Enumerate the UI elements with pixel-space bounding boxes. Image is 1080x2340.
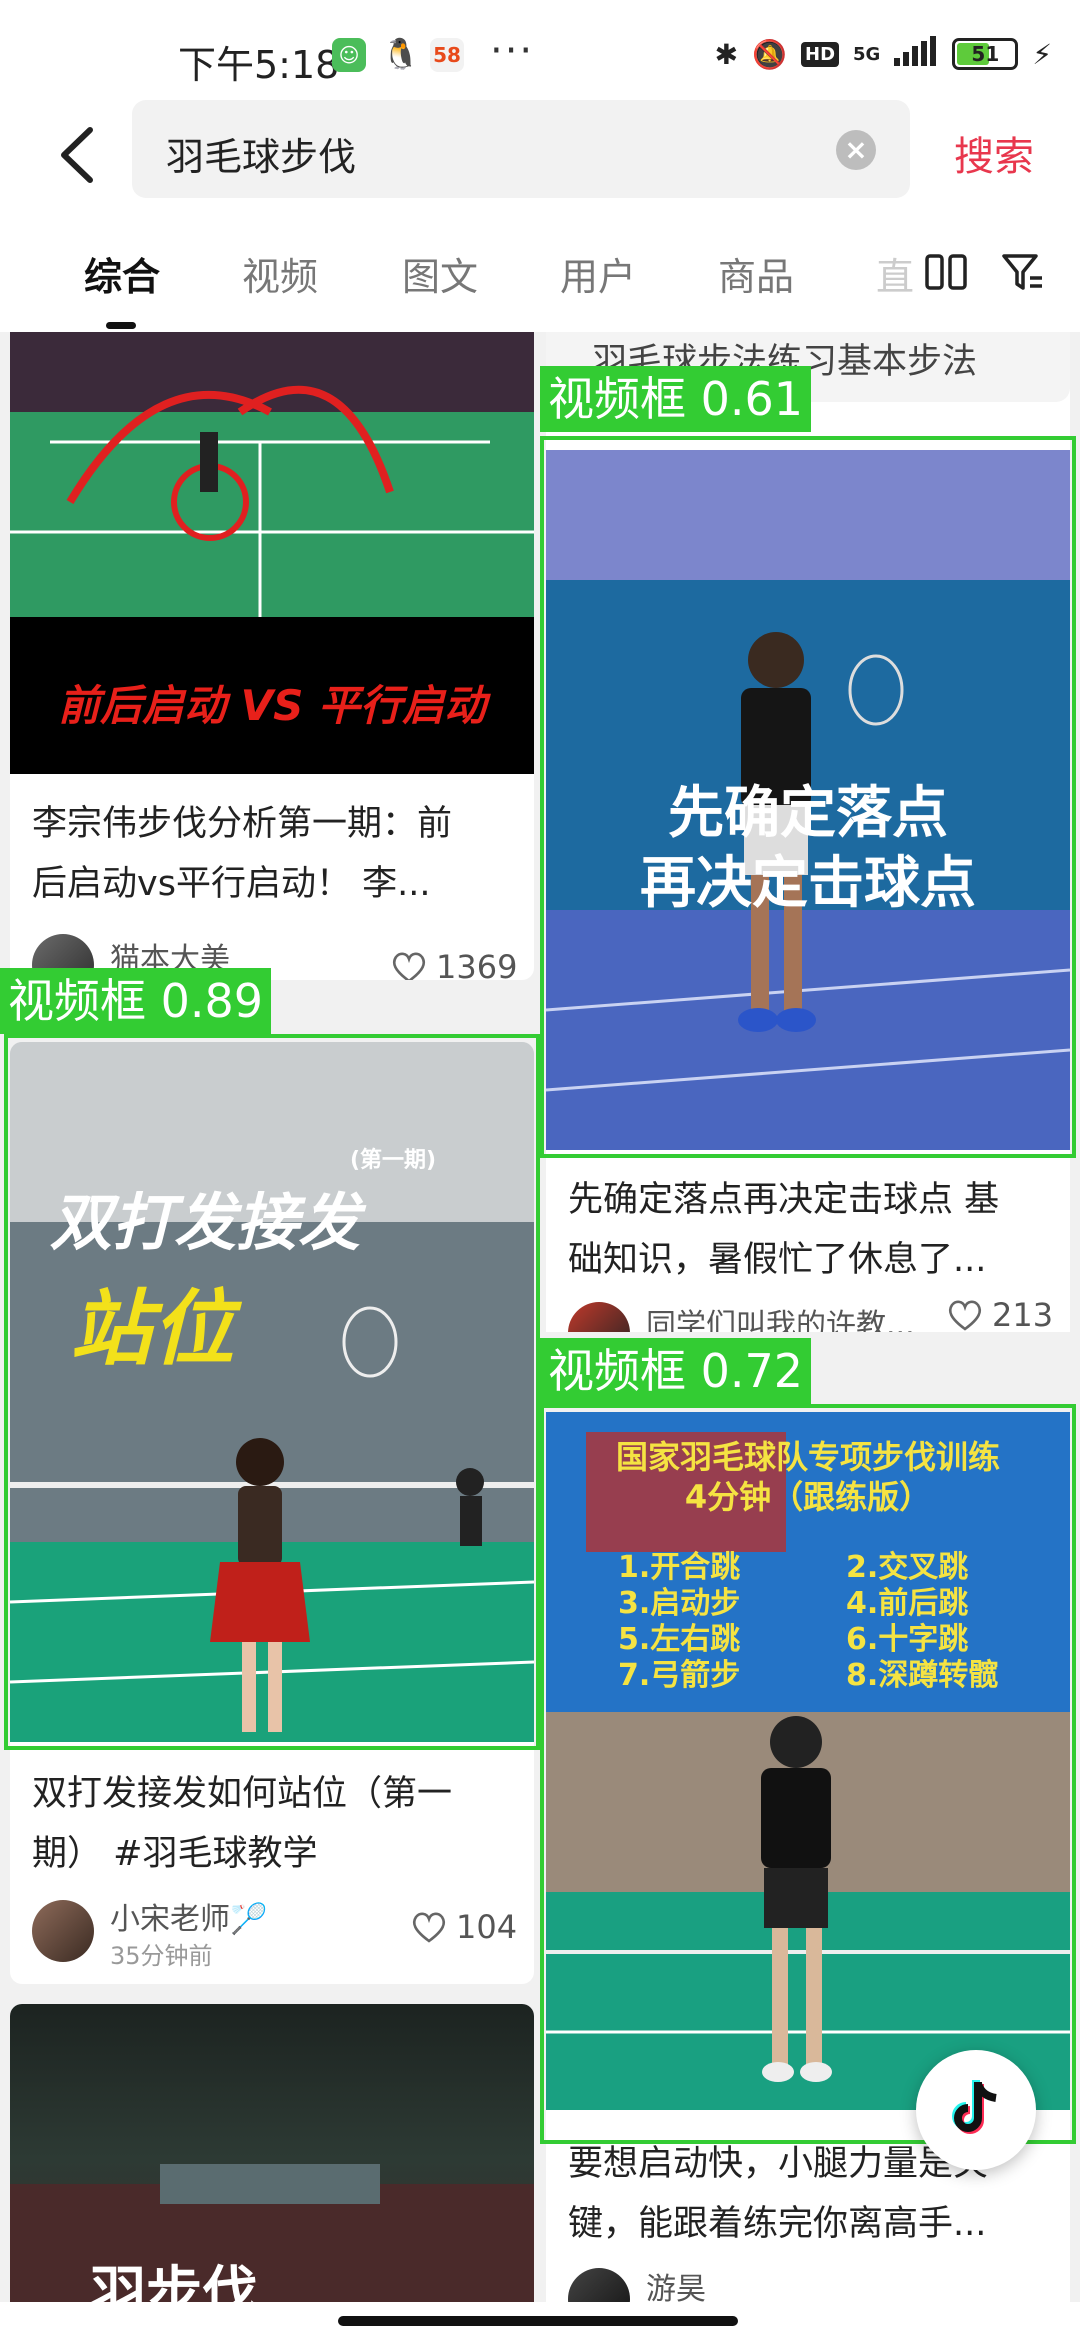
battery-icon: 51 (952, 38, 1019, 70)
detection-box (540, 436, 1076, 1158)
network-label: 5G (853, 43, 881, 65)
status-bar: 下午5:18 ☺ 🐧 58 ··· ✱ 🔕 HD 5G 51 ⚡ (0, 0, 1080, 110)
author-name[interactable]: 游昊 (646, 2264, 706, 2302)
tab-all[interactable]: 综合 (84, 246, 160, 301)
qq-app-icon: 🐧 (382, 37, 420, 72)
heart-icon (392, 952, 426, 980)
hd-badge: HD (801, 41, 840, 67)
result-feed[interactable]: 前后启动 VS 平行启动 李宗伟步伐分析第一期：前 后启动vs平行启动！ 李..… (0, 332, 1080, 2302)
search-button[interactable]: 搜索 (954, 124, 1034, 182)
card-title-line2: 后启动vs平行启动！ 李... (32, 864, 431, 904)
tab-bar: 综合 视频 图文 用户 商品 直 (0, 210, 1080, 332)
detection-box (540, 1404, 1076, 2144)
status-time: 下午5:18 (178, 43, 340, 87)
avatar[interactable] (568, 1302, 630, 1332)
detection-label: 视频框 0.89 (0, 968, 272, 1034)
home-indicator[interactable] (338, 2316, 738, 2326)
wechat-app-icon: ☺ (332, 38, 366, 72)
clear-icon[interactable]: × (836, 130, 876, 170)
heart-icon (948, 1300, 982, 1331)
douyin-float-button[interactable] (916, 2050, 1036, 2170)
heart-icon (412, 1912, 446, 1943)
tab-video[interactable]: 视频 (242, 246, 318, 301)
like-count[interactable]: 104 (410, 1908, 517, 1946)
more-notifications-icon: ··· (490, 28, 535, 74)
result-card[interactable]: 羽步伐 (10, 2004, 534, 2302)
video-thumbnail[interactable]: 羽步伐 (10, 2004, 534, 2302)
detection-label: 视频框 0.72 (540, 1338, 812, 1404)
like-count[interactable]: 213 (946, 1296, 1053, 1332)
detection-box (4, 1034, 540, 1750)
search-input[interactable]: 羽毛球步伐 × (132, 100, 910, 198)
status-right-group: ✱ 🔕 HD 5G 51 ⚡ (715, 34, 1052, 74)
tab-image-text[interactable]: 图文 (402, 246, 478, 301)
app-58-icon: 58 (430, 38, 464, 72)
card-title-line2: 础知识，暑假忙了休息了... (568, 1240, 987, 1280)
search-query: 羽毛球步伐 (166, 135, 357, 179)
thumbnail-caption: 羽步伐 (90, 2261, 258, 2302)
card-title-line1: 先确定落点再决定击球点 基 (568, 1180, 1000, 1220)
signal-icon (894, 35, 938, 73)
thumbnail-caption: 前后启动 VS 平行启动 (58, 681, 486, 730)
card-title-line2: 键，能跟着练完你离高手... (568, 2204, 987, 2244)
video-thumbnail[interactable]: 前后启动 VS 平行启动 (10, 332, 534, 774)
tab-underline (106, 322, 136, 329)
card-title-line2: 期） #羽毛球教学 (32, 1834, 318, 1874)
avatar[interactable] (32, 1900, 94, 1962)
back-arrow-icon[interactable] (52, 120, 102, 190)
result-card[interactable]: 前后启动 VS 平行启动 李宗伟步伐分析第一期：前 后启动vs平行启动！ 李..… (10, 332, 534, 980)
tab-products[interactable]: 商品 (718, 246, 794, 301)
mute-bell-icon: 🔕 (752, 37, 787, 71)
tab-live[interactable]: 直 (876, 246, 914, 301)
card-title-line1: 双打发接发如何站位（第一 (32, 1774, 453, 1814)
layout-toggle-icon[interactable] (924, 250, 968, 294)
home-indicator-bar (0, 2302, 1080, 2340)
detection-label: 视频框 0.61 (540, 366, 812, 432)
post-time: 35分钟前 (110, 1942, 213, 1970)
charging-icon: ⚡ (1032, 37, 1052, 71)
bluetooth-icon: ✱ (714, 37, 739, 71)
filter-icon[interactable] (1000, 250, 1044, 294)
search-header: 羽毛球步伐 × 搜索 (0, 100, 1080, 210)
author-name[interactable]: 小宋老师🏸 (110, 1894, 267, 1938)
like-count[interactable]: 1369 (390, 948, 517, 980)
author-name[interactable]: 同学们叫我的许教... (646, 1300, 915, 1332)
avatar[interactable] (568, 2268, 630, 2302)
card-title-line1: 李宗伟步伐分析第一期：前 (32, 804, 453, 844)
douyin-icon (952, 2080, 997, 2134)
tab-users[interactable]: 用户 (560, 246, 636, 301)
